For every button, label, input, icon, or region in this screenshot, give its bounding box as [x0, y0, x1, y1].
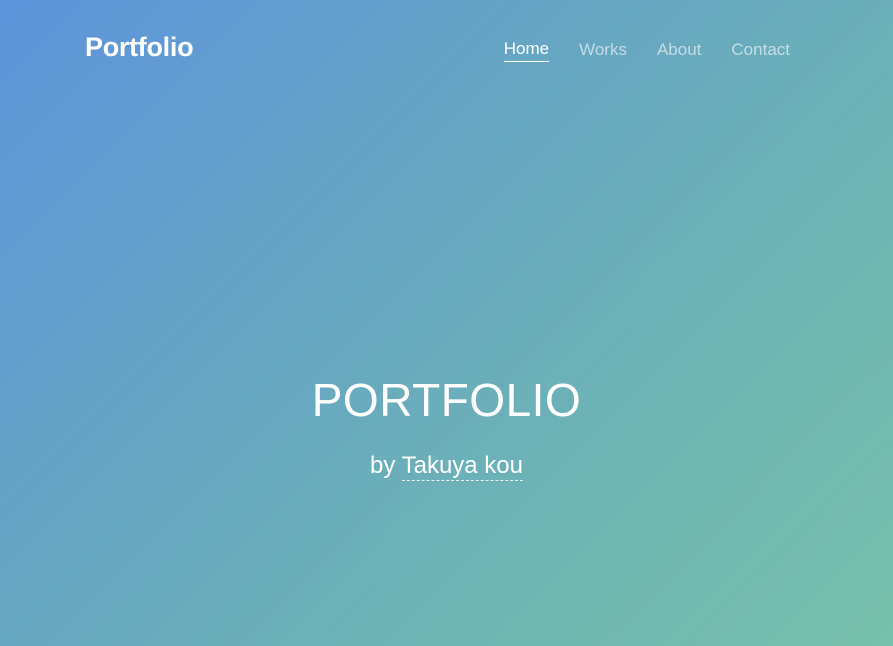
author-link[interactable]: Takuya kou: [401, 452, 523, 481]
site-logo[interactable]: Portfolio: [85, 32, 194, 63]
by-prefix: by: [370, 452, 396, 479]
site-header: Portfolio Home Works About Contact: [0, 0, 893, 100]
nav-about[interactable]: About: [657, 38, 701, 62]
nav-home[interactable]: Home: [503, 38, 550, 62]
hero-title: PORTFOLIO: [311, 374, 582, 426]
nav-works[interactable]: Works: [579, 38, 627, 62]
hero-subtitle: by Takuya kou: [0, 452, 893, 481]
hero-section: Portfolio Home Works About Contact PORTF…: [0, 0, 893, 646]
main-nav: Home Works About Contact: [503, 38, 790, 62]
nav-contact[interactable]: Contact: [731, 38, 790, 62]
